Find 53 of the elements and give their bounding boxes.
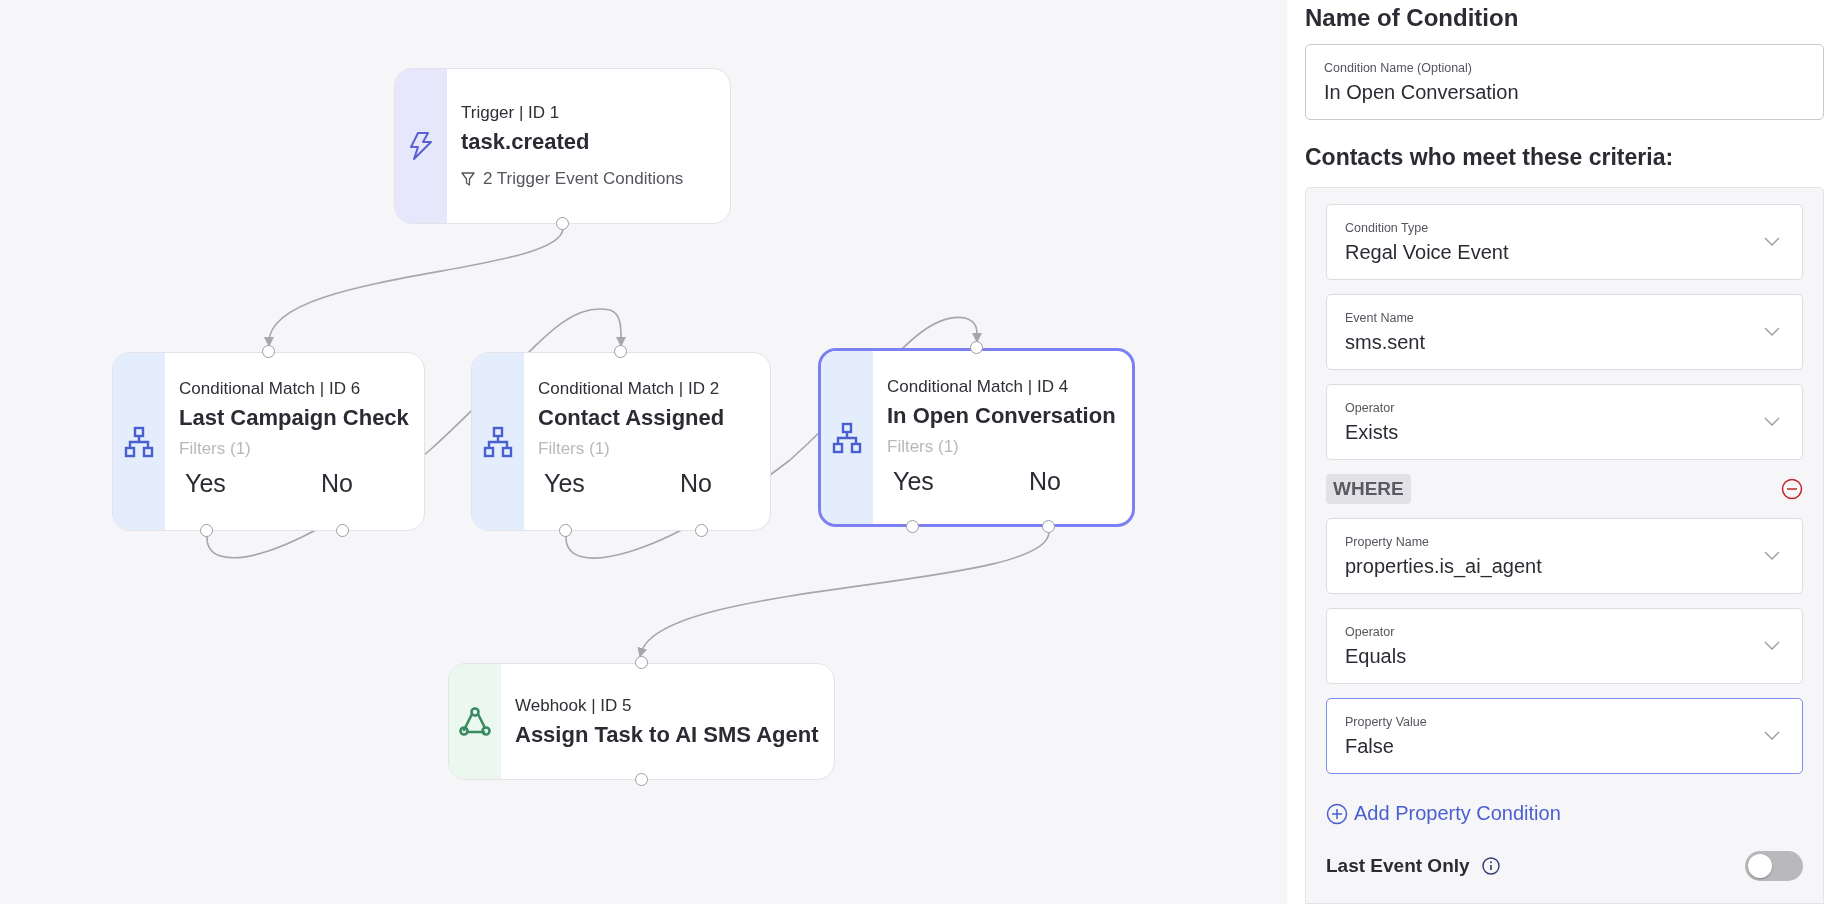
node-type-label: Webhook | ID 5	[515, 695, 633, 716]
node-type-label: Conditional Match | ID 2	[538, 379, 721, 399]
chevron-down-icon	[1764, 417, 1780, 427]
yes-branch-label: Yes	[185, 469, 227, 498]
no-branch-label: No	[1029, 467, 1061, 496]
chevron-down-icon	[1764, 641, 1780, 651]
node-type-label: Trigger | ID 1	[461, 103, 561, 123]
hierarchy-icon	[482, 425, 514, 458]
toggle-switch[interactable]	[1745, 851, 1803, 881]
dropdown-field[interactable]: Property Value False	[1326, 698, 1803, 774]
filters-label: Filters (1)	[538, 439, 611, 459]
node-type-label: Conditional Match | ID 4	[887, 377, 1070, 397]
no-branch-label: No	[680, 469, 712, 498]
lightning-bolt-icon	[408, 131, 434, 161]
node-title: Assign Task to AI SMS Agent	[515, 721, 820, 748]
chevron-down-icon	[1764, 551, 1780, 561]
dropdown-field[interactable]: Event Name sms.sent	[1326, 294, 1803, 370]
node-title: Contact Assigned	[538, 405, 726, 431]
dropdown-field[interactable]: Condition Type Regal Voice Event	[1326, 204, 1803, 280]
hierarchy-icon	[123, 425, 155, 458]
filters-label: Filters (1)	[179, 439, 252, 459]
dropdown-field[interactable]: Operator Exists	[1326, 384, 1803, 460]
condition-name-field[interactable]: Condition Name (Optional) In Open Conversation	[1305, 44, 1824, 120]
node-title: task.created	[461, 129, 591, 155]
node-type-label: Conditional Match | ID 6	[179, 379, 362, 399]
dropdown-field[interactable]: Property Name properties.is_ai_agent	[1326, 518, 1803, 594]
chevron-down-icon	[1764, 237, 1780, 247]
filters-label: Filters (1)	[887, 437, 960, 457]
info-icon[interactable]	[1481, 857, 1500, 875]
flow-node-card[interactable]: Conditional Match | ID 6 Last Campaign Check Filters (1) Yes No	[112, 352, 425, 531]
last-event-only-label: Last Event Only	[1326, 855, 1470, 877]
flow-node-card[interactable]: Webhook | ID 5 Assign Task to AI SMS Agent	[448, 663, 835, 780]
chevron-down-icon	[1764, 327, 1780, 337]
webhook-icon	[458, 705, 492, 738]
remove-circle-icon[interactable]	[1781, 478, 1803, 500]
flow-node-card[interactable]: Conditional Match | ID 4 In Open Conversation Filters (1) Yes No	[818, 348, 1135, 527]
flow-node-card[interactable]: Conditional Match | ID 2 Contact Assigned Filters (1) Yes No	[471, 352, 771, 531]
yes-branch-label: Yes	[544, 469, 586, 498]
trigger-conditions-label: 2 Trigger Event Conditions	[483, 169, 684, 189]
section-heading: Contacts who meet these criteria:	[1305, 144, 1675, 171]
plus-circle-icon	[1326, 802, 1348, 825]
where-tag: WHERE	[1326, 474, 1411, 504]
node-title: Last Campaign Check	[179, 405, 410, 431]
section-heading: Name of Condition	[1305, 4, 1520, 32]
add-property-condition-link[interactable]: Add Property Condition	[1326, 802, 1561, 825]
dropdown-field[interactable]: Operator Equals	[1326, 608, 1803, 684]
flow-node-card[interactable]: Trigger | ID 1 task.created 2 Trigger Event Conditions	[394, 68, 731, 224]
yes-branch-label: Yes	[893, 467, 935, 496]
hierarchy-icon	[831, 421, 863, 454]
filter-icon	[461, 171, 475, 187]
no-branch-label: No	[321, 469, 353, 498]
chevron-down-icon	[1764, 731, 1780, 741]
node-title: In Open Conversation	[887, 403, 1117, 429]
